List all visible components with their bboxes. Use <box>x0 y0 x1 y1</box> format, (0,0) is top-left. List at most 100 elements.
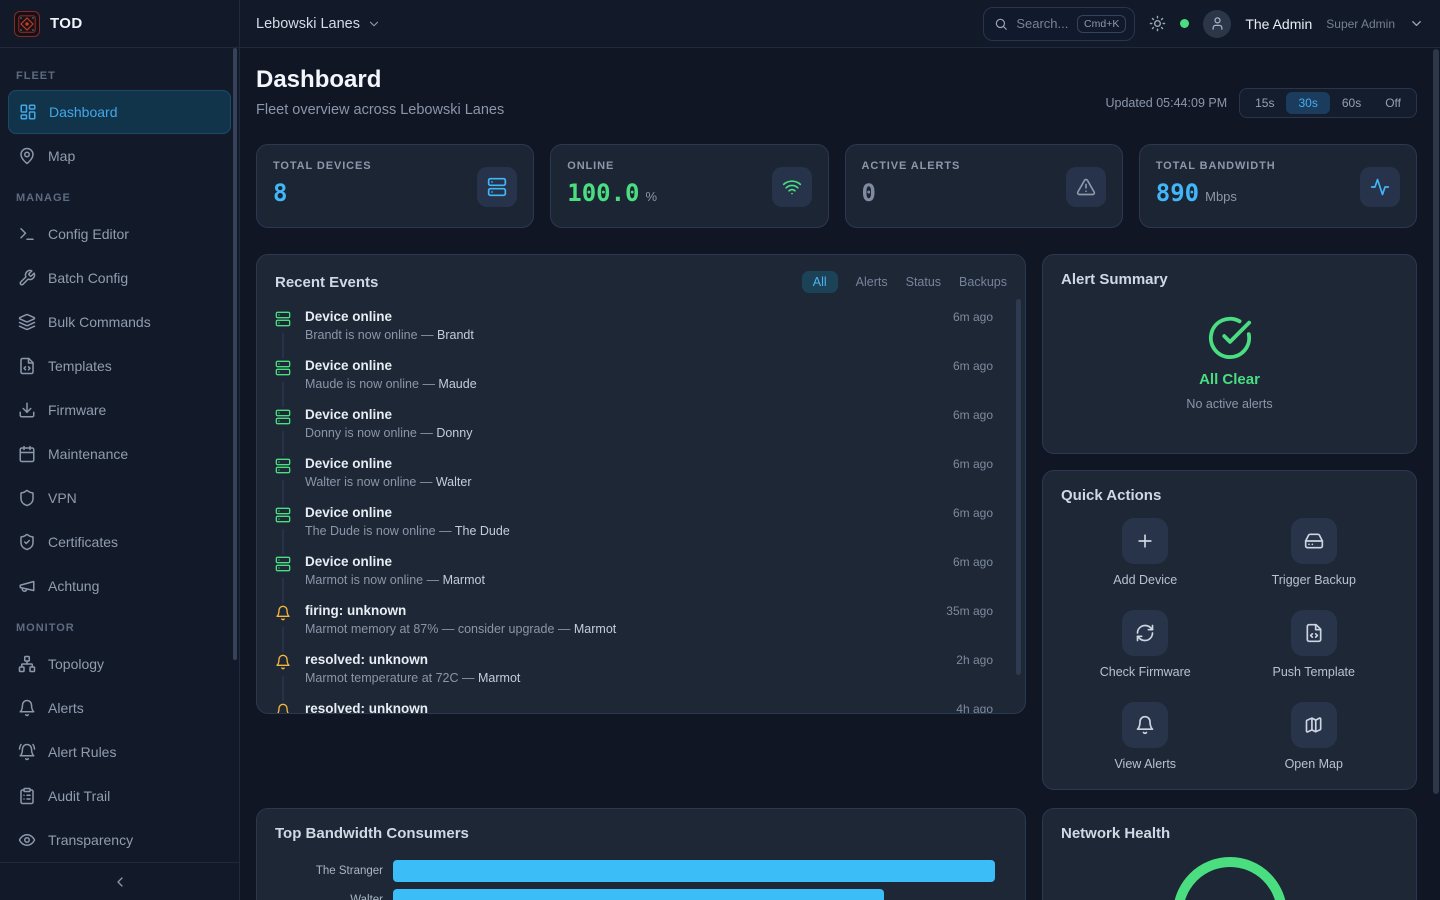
bar-label: The Stranger <box>275 865 393 877</box>
bandwidth-bar <box>393 860 995 882</box>
stat-value: 890 <box>1156 179 1199 207</box>
server-icon <box>477 167 517 207</box>
recent-events-title: Recent Events <box>275 274 378 291</box>
qa-label: Open Map <box>1285 757 1343 771</box>
sidebar-item-audit-trail[interactable]: Audit Trail <box>8 774 231 818</box>
sidebar-item-vpn[interactable]: VPN <box>8 476 231 520</box>
event-row[interactable]: resolved: unknown4h ago <box>275 693 1007 714</box>
sidebar-item-alerts[interactable]: Alerts <box>8 686 231 730</box>
bandwidth-bar <box>393 889 884 900</box>
event-row[interactable]: Device online6m ago Donny is now online … <box>275 399 1007 448</box>
recent-events-panel: Recent Events All Alerts Status Backups … <box>256 254 1026 714</box>
refresh-15s-button[interactable]: 15s <box>1243 92 1286 114</box>
event-time: 6m ago <box>953 457 1007 471</box>
sidebar-item-templates[interactable]: Templates <box>8 344 231 388</box>
event-row[interactable]: Device online6m ago Maude is now online … <box>275 350 1007 399</box>
rug-diamond-logo-icon <box>18 15 36 33</box>
stat-value: 0 <box>862 179 876 207</box>
server-icon <box>275 456 291 480</box>
bell-icon <box>275 701 291 714</box>
activity-icon <box>1360 167 1400 207</box>
event-row[interactable]: Device online6m ago Brandt is now online… <box>275 301 1007 350</box>
server-icon <box>275 505 291 529</box>
search-box[interactable]: Cmd+K <box>983 7 1135 41</box>
user-menu-chevron-down-icon[interactable] <box>1409 16 1424 31</box>
check-firmware-button[interactable]: Check Firmware <box>1100 610 1191 679</box>
server-icon <box>275 407 291 431</box>
stat-card-active-alerts: ACTIVE ALERTS 0 <box>845 144 1123 228</box>
sidebar-item-dashboard[interactable]: Dashboard <box>8 90 231 134</box>
event-time: 6m ago <box>953 506 1007 520</box>
sidebar-item-batch-config[interactable]: Batch Config <box>8 256 231 300</box>
page-title: Dashboard <box>256 66 504 94</box>
app-name: TOD <box>50 15 83 32</box>
sidebar-item-label: Alert Rules <box>48 744 116 760</box>
event-row[interactable]: firing: unknown35m ago Marmot memory at … <box>275 595 1007 644</box>
shield-icon <box>18 489 36 507</box>
sidebar-item-firmware[interactable]: Firmware <box>8 388 231 432</box>
sidebar-item-config-editor[interactable]: Config Editor <box>8 212 231 256</box>
tab-status[interactable]: Status <box>906 271 941 293</box>
page-header: Dashboard Fleet overview across Lebowski… <box>256 66 1417 118</box>
sidebar-item-maintenance[interactable]: Maintenance <box>8 432 231 476</box>
event-description: Brandt is now online — Brandt <box>305 328 1007 342</box>
sidebar-item-transparency[interactable]: Transparency <box>8 818 231 862</box>
event-description: Marmot temperature at 72C — Marmot <box>305 671 1007 685</box>
event-time: 6m ago <box>953 408 1007 422</box>
top-bar-main: Lebowski Lanes Cmd+K The Admin Super Adm… <box>240 0 1440 47</box>
org-switcher[interactable]: Lebowski Lanes <box>256 16 381 32</box>
event-title: Device online <box>305 309 392 324</box>
sidebar-item-topology[interactable]: Topology <box>8 642 231 686</box>
tab-backups[interactable]: Backups <box>959 271 1007 293</box>
sidebar-item-label: Alerts <box>48 700 84 716</box>
sidebar-item-alert-rules[interactable]: Alert Rules <box>8 730 231 774</box>
sidebar-item-bulk-commands[interactable]: Bulk Commands <box>8 300 231 344</box>
tab-alerts[interactable]: Alerts <box>856 271 888 293</box>
page-scrollbar[interactable] <box>1433 49 1439 794</box>
add-device-button[interactable]: Add Device <box>1113 518 1177 587</box>
sidebar-scrollbar[interactable] <box>233 48 237 660</box>
refresh-30s-button[interactable]: 30s <box>1286 92 1329 114</box>
check-circle-icon <box>1207 315 1253 361</box>
shield-check-icon <box>18 533 36 551</box>
event-title: Device online <box>305 505 392 520</box>
sidebar: FLEET Dashboard Map MANAGE Config Editor… <box>0 48 240 900</box>
bar-row: The Stranger <box>275 860 1007 882</box>
alert-status-text: All Clear <box>1199 371 1260 388</box>
map-icon <box>1291 702 1337 748</box>
bar-row: Walter <box>275 889 1007 900</box>
sidebar-item-certificates[interactable]: Certificates <box>8 520 231 564</box>
open-map-button[interactable]: Open Map <box>1285 702 1343 771</box>
sidebar-section-manage: MANAGE <box>16 192 223 204</box>
stat-unit: % <box>646 189 658 204</box>
search-input[interactable] <box>1016 16 1069 31</box>
event-row[interactable]: Device online6m ago Walter is now online… <box>275 448 1007 497</box>
event-time: 6m ago <box>953 555 1007 569</box>
org-name: Lebowski Lanes <box>256 16 360 32</box>
sidebar-item-achtung[interactable]: Achtung <box>8 564 231 608</box>
eye-icon <box>18 831 36 849</box>
terminal-icon <box>18 225 36 243</box>
event-filter-tabs: All Alerts Status Backups <box>802 271 1007 293</box>
network-health-title: Network Health <box>1061 825 1398 842</box>
event-row[interactable]: Device online6m ago The Dude is now onli… <box>275 497 1007 546</box>
events-scrollbar[interactable] <box>1016 299 1021 675</box>
event-row[interactable]: resolved: unknown2h ago Marmot temperatu… <box>275 644 1007 693</box>
tab-all[interactable]: All <box>802 271 838 293</box>
event-row[interactable]: Device online6m ago Marmot is now online… <box>275 546 1007 595</box>
sidebar-collapse-button[interactable] <box>0 862 239 900</box>
connection-status-dot <box>1180 19 1189 28</box>
megaphone-icon <box>18 577 36 595</box>
network-health-gauge: 100 <box>1061 854 1398 900</box>
refresh-60s-button[interactable]: 60s <box>1330 92 1373 114</box>
bell-icon <box>18 699 36 717</box>
refresh-off-button[interactable]: Off <box>1373 92 1413 114</box>
trigger-backup-button[interactable]: Trigger Backup <box>1272 518 1356 587</box>
view-alerts-button[interactable]: View Alerts <box>1114 702 1176 771</box>
stat-unit: Mbps <box>1205 189 1237 204</box>
push-template-button[interactable]: Push Template <box>1273 610 1355 679</box>
avatar[interactable] <box>1203 10 1231 38</box>
user-role: Super Admin <box>1326 17 1395 31</box>
theme-toggle-sun-icon[interactable] <box>1149 15 1166 32</box>
sidebar-item-map[interactable]: Map <box>8 134 231 178</box>
